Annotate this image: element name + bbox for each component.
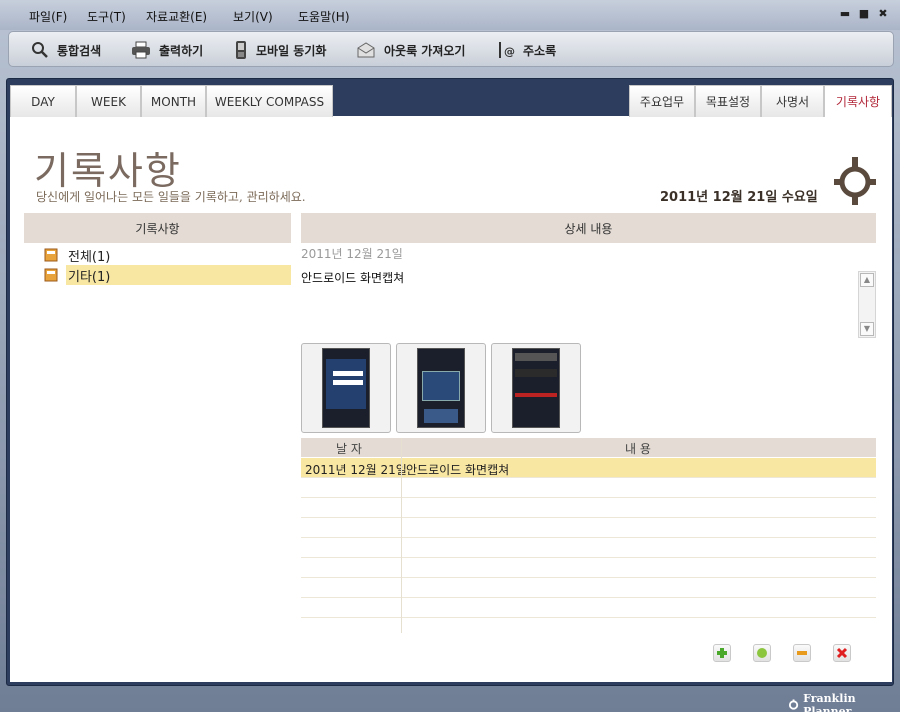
tree-item-label: 기타(1) <box>68 269 111 285</box>
screenshot-image <box>322 348 370 428</box>
menu-help[interactable]: 도움말(H) <box>298 8 350 25</box>
svg-text:@: @ <box>504 45 515 58</box>
print-button[interactable]: 출력하기 <box>131 39 203 61</box>
address-book-icon: @ <box>499 42 515 58</box>
tree-item-other[interactable]: 기타(1) <box>44 265 291 285</box>
maximize-button[interactable]: ■ <box>857 7 871 21</box>
detail-text[interactable]: 안드로이드 화면캡쳐 <box>301 269 404 286</box>
add-button[interactable] <box>713 644 731 662</box>
envelope-icon <box>357 42 375 58</box>
tab-key-tasks[interactable]: 주요업무 <box>629 85 695 117</box>
scroll-down-button[interactable]: ▼ <box>860 322 874 336</box>
left-panel-heading: 기록사항 <box>24 213 291 243</box>
table-row[interactable]: 2011년 12월 21일 안드로이드 화면캡쳐 <box>301 458 876 478</box>
notebook-icon <box>44 248 58 262</box>
plus-icon <box>717 648 727 658</box>
minus-icon <box>797 651 807 655</box>
mobile-sync-button[interactable]: 모바일 동기화 <box>234 39 326 61</box>
scroll-up-button[interactable]: ▲ <box>860 273 874 287</box>
tab-week[interactable]: WEEK <box>76 85 141 117</box>
outlook-import-label: 아웃룩 가져오기 <box>384 43 466 58</box>
current-date: 2011년 12월 21일 수요일 <box>660 190 818 205</box>
table-row-empty <box>301 558 876 578</box>
compass-logo-icon <box>788 699 799 710</box>
notebook-icon <box>44 268 58 282</box>
mobile-sync-label: 모바일 동기화 <box>256 43 327 58</box>
records-table-header: 날 자 내 용 <box>301 438 876 457</box>
menu-bar: 파일(F) 도구(T) 자료교환(E) 보기(V) 도움말(H) ▬ ■ ✖ <box>0 0 900 30</box>
table-row-empty <box>301 538 876 558</box>
tab-day[interactable]: DAY <box>10 85 76 117</box>
row-content: 안드로이드 화면캡쳐 <box>406 463 510 477</box>
tab-mission-statement[interactable]: 사명서 <box>761 85 824 117</box>
minimize-button[interactable]: ▬ <box>838 7 852 21</box>
toolbar: 통합검색 출력하기 모바일 동기화 아웃룩 가져오기 @ 주소록 <box>8 31 894 67</box>
attachment-thumbnail[interactable] <box>396 343 486 433</box>
circle-icon <box>757 648 767 658</box>
tree-item-all[interactable]: 전체(1) <box>44 245 112 265</box>
menu-view[interactable]: 보기(V) <box>233 8 273 25</box>
compass-icon <box>834 157 876 205</box>
screenshot-image <box>417 348 465 428</box>
column-divider <box>401 438 402 633</box>
detail-date: 2011년 12월 21일 <box>301 247 403 261</box>
column-header-date[interactable]: 날 자 <box>336 440 362 457</box>
tab-weekly-compass[interactable]: WEEKLY COMPASS <box>206 85 333 117</box>
page-subtitle: 당신에게 일어나는 모든 일들을 기록하고, 관리하세요. <box>36 190 306 204</box>
attachment-thumbnail[interactable] <box>491 343 581 433</box>
print-label: 출력하기 <box>159 43 204 58</box>
detail-heading: 상세 내용 <box>301 213 876 243</box>
remove-button[interactable] <box>793 644 811 662</box>
address-book-button[interactable]: @ 주소록 <box>497 39 556 61</box>
brand-name: Franklin Planner <box>803 692 856 712</box>
search-icon <box>32 42 48 58</box>
screenshot-image <box>512 348 560 428</box>
search-label: 통합검색 <box>57 43 102 58</box>
edit-button[interactable] <box>753 644 771 662</box>
close-button[interactable]: ✖ <box>876 7 890 21</box>
row-date: 2011년 12월 21일 <box>305 463 407 477</box>
menu-data-exchange[interactable]: 자료교환(E) <box>146 8 207 25</box>
attachment-thumbnail[interactable] <box>301 343 391 433</box>
mobile-phone-icon <box>236 41 246 59</box>
detail-scrollbar[interactable]: ▲ ▼ <box>858 271 876 338</box>
delete-button[interactable] <box>833 644 851 662</box>
menu-file[interactable]: 파일(F) <box>29 8 67 25</box>
menu-tools[interactable]: 도구(T) <box>87 8 126 25</box>
page-title: 기록사항 <box>34 149 182 193</box>
tab-records[interactable]: 기록사항 <box>824 85 892 117</box>
table-row-empty <box>301 498 876 518</box>
table-row-empty <box>301 518 876 538</box>
address-book-label: 주소록 <box>523 43 557 58</box>
table-row-empty <box>301 478 876 498</box>
table-row-empty <box>301 598 876 618</box>
tree-item-label: 전체(1) <box>68 249 111 265</box>
x-icon <box>836 647 848 659</box>
brand-logo: Franklin Planner <box>788 692 900 712</box>
column-header-content[interactable]: 내 용 <box>625 440 651 457</box>
table-row-empty <box>301 578 876 598</box>
printer-icon <box>132 41 150 59</box>
search-button[interactable]: 통합검색 <box>31 39 101 61</box>
outlook-import-button[interactable]: 아웃룩 가져오기 <box>356 39 465 61</box>
tab-month[interactable]: MONTH <box>141 85 206 117</box>
tab-goal-setting[interactable]: 목표설정 <box>695 85 761 117</box>
